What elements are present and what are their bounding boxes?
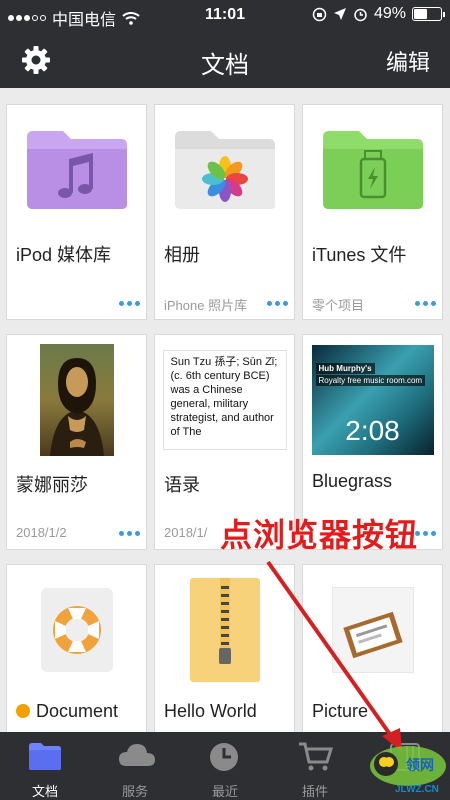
watermark-text: JLWZ.CN [395, 784, 439, 795]
tab-plugins[interactable]: 插件 [270, 732, 360, 800]
more-dots-icon[interactable] [267, 301, 288, 306]
zip-archive-icon [189, 578, 260, 682]
tab-services[interactable]: 服务 [90, 732, 180, 800]
item-photos[interactable]: 相册 iPhone 照片库 [154, 104, 295, 320]
video-duration: 2:08 [345, 415, 400, 446]
item-document[interactable]: Document [6, 564, 147, 732]
tab-recent[interactable]: 最近 [180, 732, 270, 800]
item-name: iTunes 文件 [312, 245, 407, 265]
item-subtitle: 2018/1/ [164, 525, 208, 540]
purple-folder-music-icon [26, 131, 127, 209]
edit-button[interactable]: 编辑 [386, 45, 430, 77]
item-name: 蒙娜丽莎 [16, 475, 88, 495]
more-dots-icon[interactable] [415, 301, 436, 306]
annotation-text: 点浏览器按钮 [220, 517, 419, 553]
item-picture[interactable]: Picture [302, 564, 443, 732]
rotation-lock-icon [312, 7, 327, 21]
more-dots-icon[interactable] [119, 301, 140, 306]
green-folder-usb-icon [322, 131, 423, 209]
more-dots-icon[interactable] [415, 531, 436, 536]
picture-frame-icon [331, 587, 414, 673]
item-name: Picture [312, 701, 369, 721]
item-mona-lisa[interactable]: 蒙娜丽莎 2018/1/2 [6, 334, 147, 550]
folder-icon [29, 743, 61, 770]
lifebuoy-icon [40, 588, 113, 672]
item-subtitle: 2018/1/2 [16, 525, 67, 540]
video-thumbnail: Hub Murphy's Royalty free music room.com… [311, 345, 434, 455]
item-name: iPod 媒体库 [16, 245, 112, 265]
battery-percent: 49% [373, 5, 406, 22]
more-dots-icon[interactable] [119, 531, 140, 536]
item-name: Document [16, 701, 118, 722]
page-title: 文档 [201, 52, 249, 79]
item-name: Bluegrass [312, 471, 393, 491]
document-grid: iPod 媒体库 相册 iPhone 照片库 iTunes 文件 零个项目 蒙娜… [0, 88, 450, 732]
status-dot [16, 704, 30, 718]
video-brand-subtext: Royalty free music room.com [315, 375, 426, 386]
cart-icon [299, 742, 333, 771]
item-itunes-files[interactable]: iTunes 文件 零个项目 [302, 104, 443, 320]
grey-folder-photos-icon [174, 131, 275, 209]
item-name: 相册 [164, 245, 200, 265]
item-subtitle: 零个项目 [312, 298, 365, 313]
alarm-icon [354, 8, 367, 21]
item-name: 语录 [164, 475, 200, 495]
battery-icon [412, 7, 445, 21]
text-document-preview: Sun Tzu 孫子; Sūn Zǐ; (c. 6th century BCE)… [162, 350, 287, 450]
item-hello-world[interactable]: Hello World [154, 564, 295, 732]
svg-text:领网: 领网 [406, 757, 434, 774]
cloud-icon [119, 744, 155, 766]
tab-documents[interactable]: 文档 [0, 732, 90, 800]
status-bar: 中国电信 11:01 49% [0, 0, 450, 30]
nav-bar: 文档 编辑 [0, 30, 450, 88]
item-ipod-library[interactable]: iPod 媒体库 [6, 104, 147, 320]
item-name: Hello World [164, 701, 257, 721]
mona-lisa-image [39, 344, 114, 456]
item-subtitle: iPhone 照片库 [164, 298, 248, 313]
video-brand-text: Hub Murphy's [315, 363, 375, 374]
location-icon [333, 8, 346, 20]
clock-icon [210, 743, 238, 771]
